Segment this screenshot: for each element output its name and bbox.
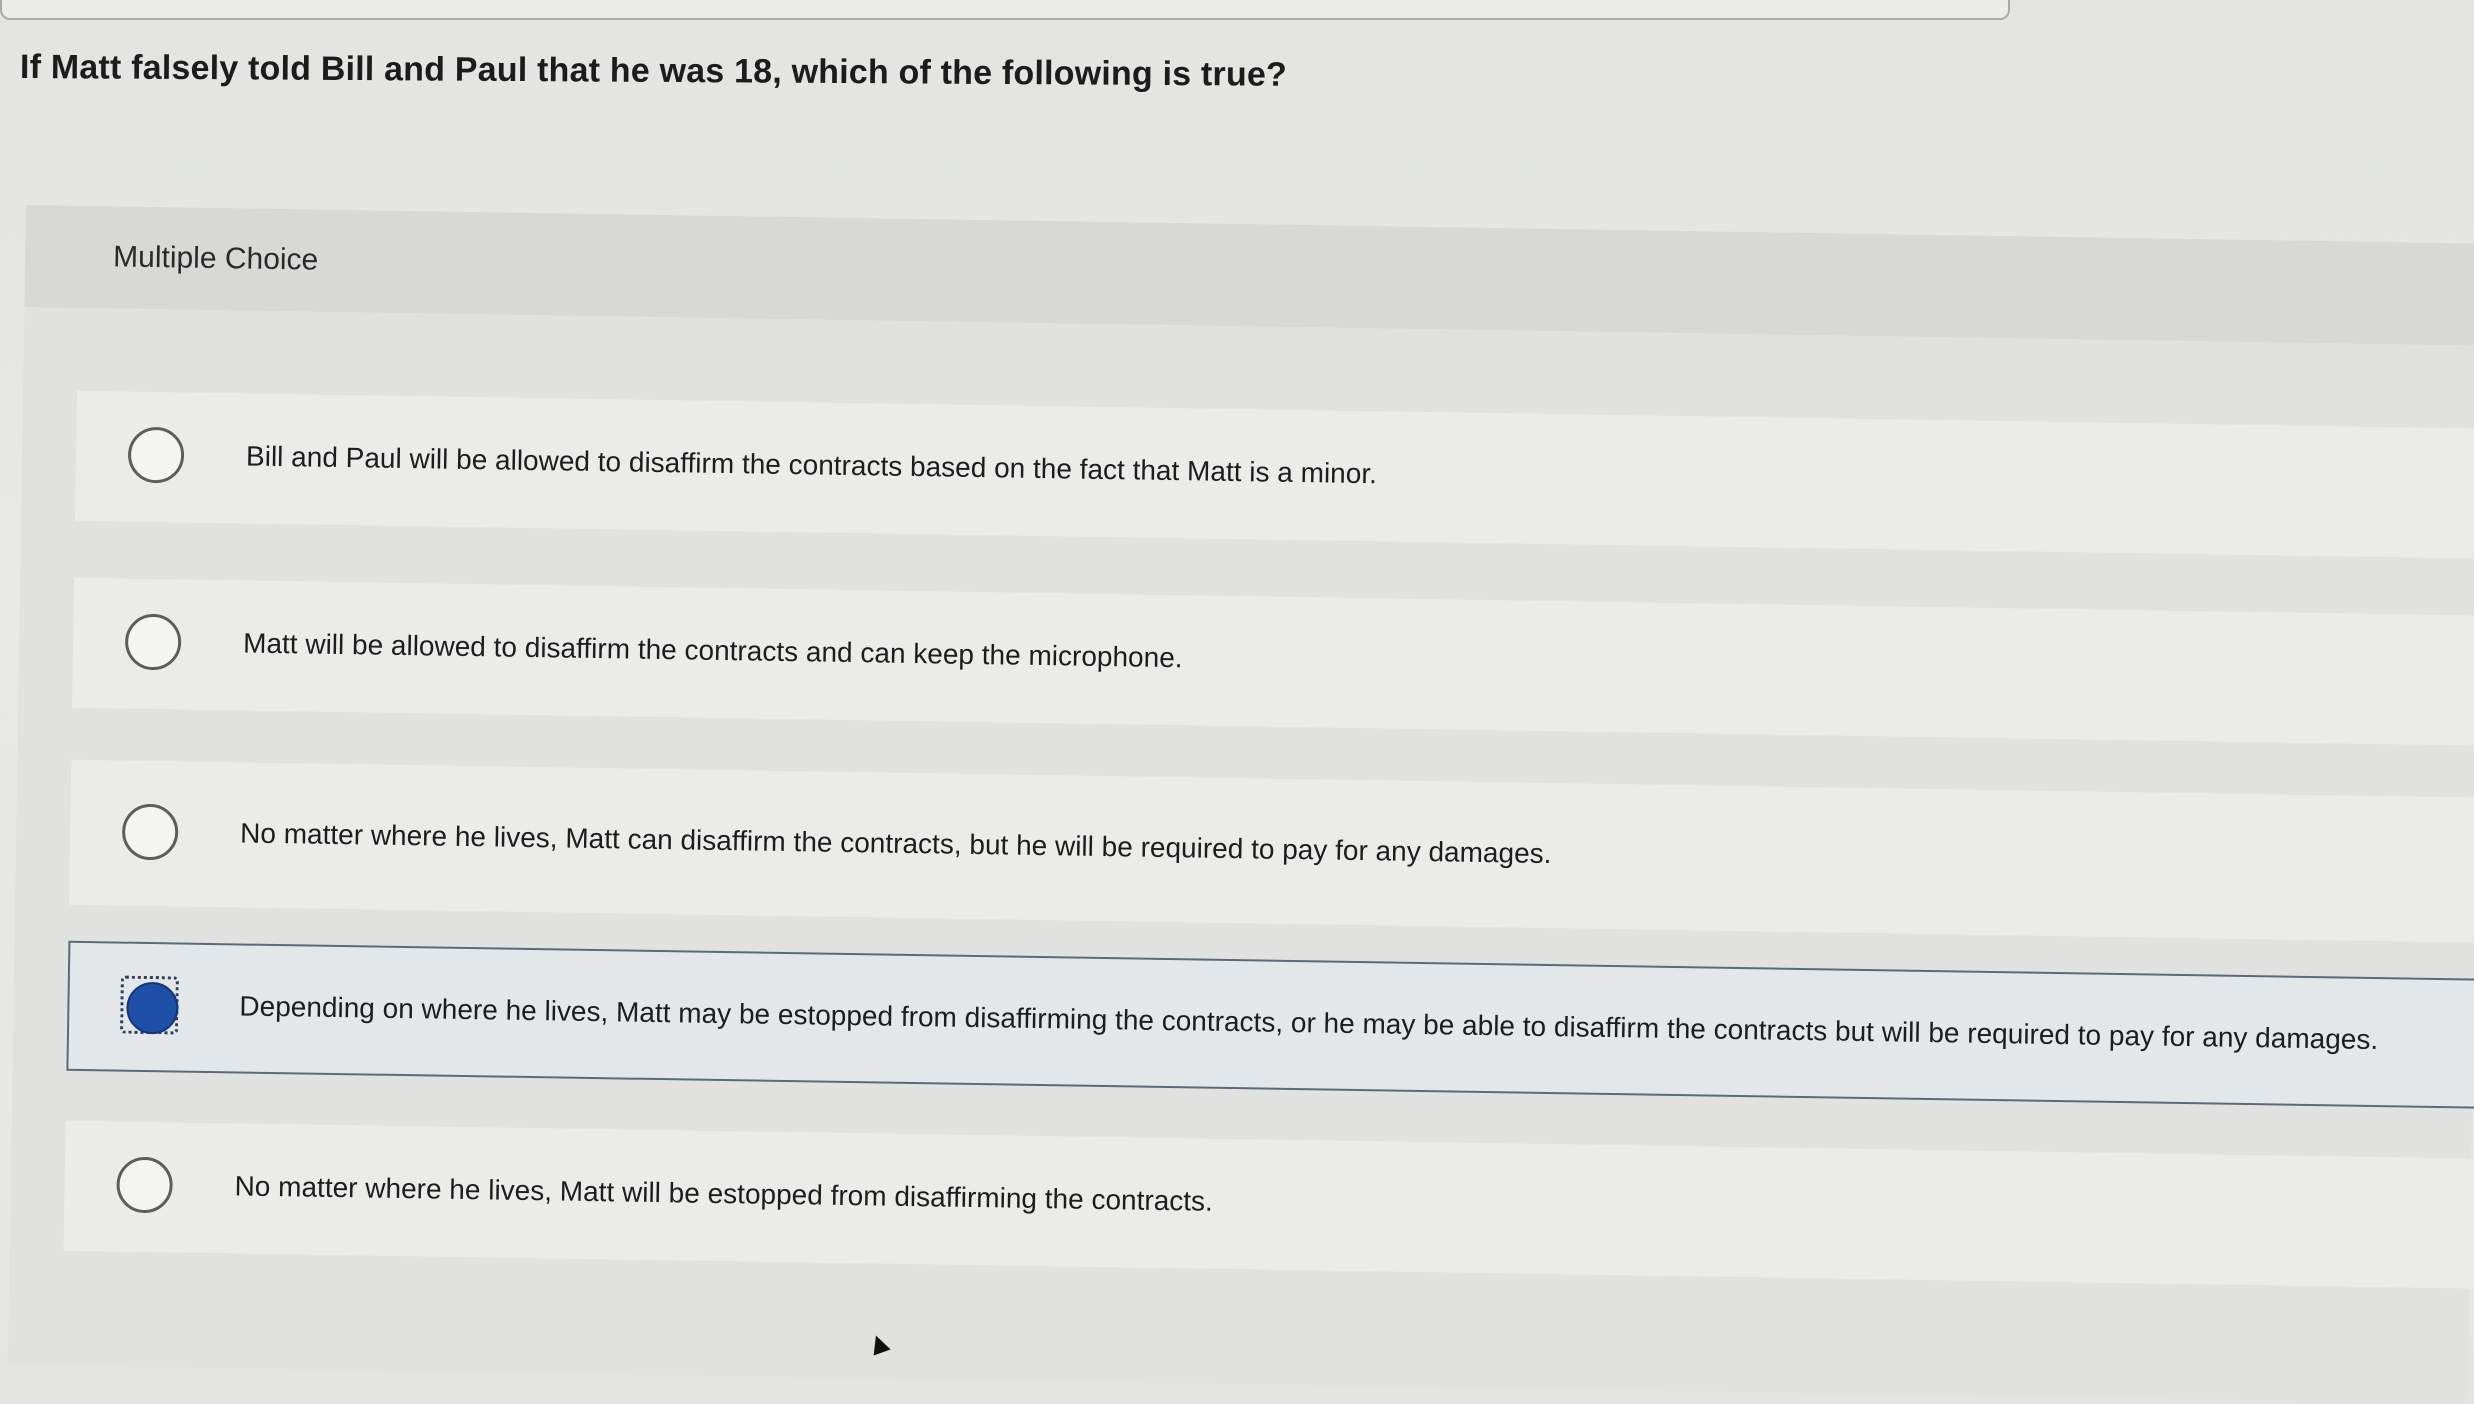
answer-option-text-5: No matter where he lives, Matt will be e…	[234, 1170, 1214, 1217]
radio-button-2[interactable]	[124, 613, 182, 671]
multiple-choice-header: Multiple Choice	[24, 205, 2474, 346]
radio-button-3[interactable]	[121, 803, 179, 860]
radio-button-4-checked[interactable]	[119, 975, 179, 1035]
radio-button-1[interactable]	[127, 426, 185, 484]
answer-option-text-3: No matter where he lives, Matt can disaf…	[239, 816, 1552, 869]
answer-option-5[interactable]: No matter where he lives, Matt will be e…	[63, 1120, 2474, 1289]
question-text: If Matt falsely told Bill and Paul that …	[19, 48, 1288, 94]
answer-option-text-4: Depending on where he lives, Matt may be…	[239, 990, 2379, 1056]
multiple-choice-panel: Multiple Choice Bill and Paul will be al…	[7, 205, 2474, 1404]
answer-option-text-2: Matt will be allowed to disaffirm the co…	[242, 627, 1183, 674]
answer-option-2[interactable]: Matt will be allowed to disaffirm the co…	[72, 577, 2474, 746]
multiple-choice-label: Multiple Choice	[112, 240, 319, 277]
radio-button-5[interactable]	[116, 1156, 174, 1214]
answer-option-3[interactable]: No matter where he lives, Matt can disaf…	[69, 759, 2474, 943]
answer-option-1[interactable]: Bill and Paul will be allowed to disaffi…	[75, 390, 2474, 559]
answer-option-4-selected[interactable]: Depending on where he lives, Matt may be…	[66, 940, 2474, 1109]
answer-input-edge	[0, 0, 2010, 20]
answer-option-text-1: Bill and Paul will be allowed to disaffi…	[245, 440, 1378, 490]
